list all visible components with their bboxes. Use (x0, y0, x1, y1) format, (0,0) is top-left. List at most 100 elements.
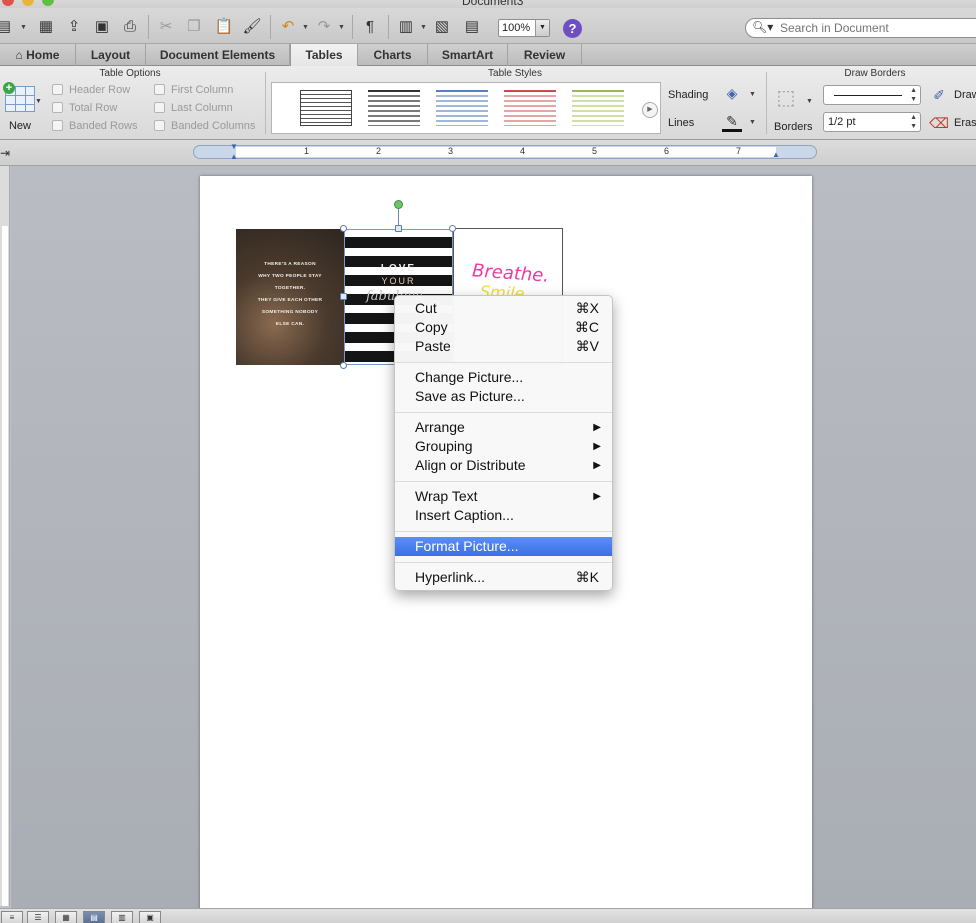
redo-icon[interactable]: ↷ (314, 17, 334, 37)
menu-item-copy[interactable]: Copy ⌘C (395, 318, 612, 337)
menu-item-save-as-picture[interactable]: Save as Picture... (395, 387, 612, 406)
new-table-button[interactable]: + New (2, 82, 38, 134)
styles-next-icon[interactable]: ▶ (642, 102, 658, 118)
paste-icon[interactable]: 📋 (214, 17, 234, 37)
copy-shortcut: ⌘C (574, 319, 599, 335)
templates-icon[interactable]: ▦ (36, 17, 56, 37)
window-title: Document3 (462, 0, 524, 8)
focus-view-icon[interactable]: ▣ (139, 911, 161, 923)
banded-rows-checkbox[interactable]: Banded Rows (52, 120, 138, 132)
new-table-label: New (8, 120, 31, 132)
line-weight-select[interactable]: 1/2 pt ▲ ▼ (823, 112, 921, 132)
banded-columns-checkbox[interactable]: Banded Columns (154, 120, 255, 132)
shading-bucket-icon[interactable]: ◈ (722, 83, 742, 103)
tab-layout[interactable]: Layout (76, 44, 146, 66)
menu-item-paste[interactable]: Paste ⌘V (395, 337, 612, 356)
rotation-handle[interactable] (394, 200, 403, 209)
ruler-number: 5 (592, 146, 598, 156)
erase-label[interactable]: Erase (954, 117, 976, 129)
help-icon[interactable]: ? (563, 19, 582, 38)
lines-caret[interactable]: ▼ (749, 119, 756, 126)
print-icon[interactable]: ⎙ (120, 17, 140, 37)
pilcrow-icon[interactable]: ¶ (360, 17, 380, 37)
table-style-plain[interactable] (300, 90, 352, 126)
quote-photo-image[interactable]: THERE'S A REASON WHY TWO PEOPLE STAY TOG… (236, 229, 344, 365)
draw-label[interactable]: Draw (954, 89, 976, 101)
toolbox-icon[interactable]: ▤ (462, 17, 482, 37)
undo-icon[interactable]: ↶ (278, 17, 298, 37)
copy-icon[interactable]: ❐ (184, 17, 204, 37)
draft-view-icon[interactable]: ≡ (1, 911, 23, 923)
tab-tables[interactable]: Tables (290, 44, 358, 66)
shading-caret[interactable]: ▼ (749, 91, 756, 98)
search-field[interactable]: 🔍︎▾ (745, 18, 976, 38)
tab-stop-selector-icon[interactable]: ⇥ (0, 146, 10, 160)
eraser-icon[interactable]: ⌫ (929, 113, 949, 133)
view-icon[interactable]: ▥ (396, 17, 416, 37)
table-style-red[interactable] (504, 90, 556, 126)
ruler-track[interactable]: 1 2 3 4 5 6 7 ▼ ▲ ▲ (193, 142, 817, 161)
right-indent-marker[interactable]: ▲ (772, 150, 780, 159)
print-layout-view-icon[interactable]: ▤ (83, 911, 105, 923)
sidebar-icon[interactable]: ▧ (432, 17, 452, 37)
last-column-checkbox[interactable]: Last Column (154, 102, 233, 114)
view-caret[interactable]: ▼ (420, 24, 427, 31)
menu-item-cut[interactable]: Cut ⌘X (395, 299, 612, 318)
menu-item-align-distribute[interactable]: Align or Distribute ▶ (395, 456, 612, 475)
menu-item-format-picture[interactable]: Format Picture... (395, 537, 612, 556)
resize-handle-top[interactable] (395, 225, 402, 232)
save-icon[interactable]: ▣ (92, 17, 112, 37)
line-style-sample (834, 95, 902, 96)
tab-smartart[interactable]: SmartArt (428, 44, 508, 66)
close-window-button[interactable] (2, 0, 14, 6)
header-row-checkbox[interactable]: Header Row (52, 84, 130, 96)
search-icon[interactable]: 🔍︎▾ (752, 20, 773, 34)
new-document-caret[interactable]: ▼ (20, 24, 27, 31)
table-style-gray[interactable] (368, 90, 420, 126)
resize-handle-top-left[interactable] (340, 225, 347, 232)
outline-view-icon[interactable]: ☰ (27, 911, 49, 923)
resize-handle-top-right[interactable] (449, 225, 456, 232)
menu-separator (395, 481, 612, 482)
quote-line: SOMETHING NOBODY (261, 310, 319, 315)
tab-charts[interactable]: Charts (358, 44, 428, 66)
open-icon[interactable]: ⇪ (64, 17, 84, 37)
tab-home[interactable]: ⌂ Home (0, 44, 76, 66)
table-style-blue[interactable] (436, 90, 488, 126)
new-table-caret[interactable]: ▼ (35, 98, 42, 105)
redo-caret[interactable]: ▼ (338, 24, 345, 31)
submenu-arrow-icon: ▶ (593, 422, 601, 433)
resize-handle-left[interactable] (340, 293, 347, 300)
borders-icon[interactable]: ⬚ (776, 88, 796, 108)
borders-caret[interactable]: ▼ (806, 98, 813, 105)
first-line-indent-marker[interactable]: ▼ (230, 142, 238, 151)
draw-table-icon[interactable]: ✐ (929, 85, 949, 105)
format-painter-icon[interactable]: 🖌 (242, 17, 262, 37)
first-column-checkbox[interactable]: First Column (154, 84, 233, 96)
zoom-window-button[interactable] (42, 0, 54, 6)
line-style-select[interactable]: ▲ ▼ (823, 85, 921, 105)
notebook-view-icon[interactable]: ▥ (111, 911, 133, 923)
search-input[interactable] (780, 21, 970, 35)
undo-caret[interactable]: ▼ (302, 24, 309, 31)
menu-item-wrap-text[interactable]: Wrap Text ▶ (395, 487, 612, 506)
resize-handle-bottom-left[interactable] (340, 362, 347, 369)
tab-document-elements[interactable]: Document Elements (146, 44, 290, 66)
table-style-green[interactable] (572, 90, 624, 126)
menu-item-insert-caption[interactable]: Insert Caption... (395, 506, 612, 525)
tab-review[interactable]: Review (508, 44, 582, 66)
new-document-icon[interactable]: ▤ (0, 17, 14, 37)
menu-item-hyperlink[interactable]: Hyperlink... ⌘K (395, 568, 612, 587)
minimize-window-button[interactable] (22, 0, 34, 6)
zoom-select[interactable]: 100% ▼ (498, 19, 550, 37)
menu-item-grouping[interactable]: Grouping ▶ (395, 437, 612, 456)
zoom-caret-icon[interactable]: ▼ (535, 20, 549, 36)
line-pen-icon[interactable]: ✎ (722, 111, 742, 131)
standard-toolbar: ▤ ▼ ▦ ⇪ ▣ ⎙ ✂ ❐ 📋 🖌 ↶ ▼ ↷ ▼ ¶ ▥ ▼ ▧ ▤ 10… (0, 8, 976, 44)
cut-icon[interactable]: ✂ (156, 17, 176, 37)
publishing-view-icon[interactable]: ▦ (55, 911, 77, 923)
menu-item-arrange[interactable]: Arrange ▶ (395, 418, 612, 437)
menu-item-change-picture[interactable]: Change Picture... (395, 368, 612, 387)
total-row-checkbox[interactable]: Total Row (52, 102, 117, 114)
left-indent-marker[interactable]: ▲ (230, 152, 238, 161)
